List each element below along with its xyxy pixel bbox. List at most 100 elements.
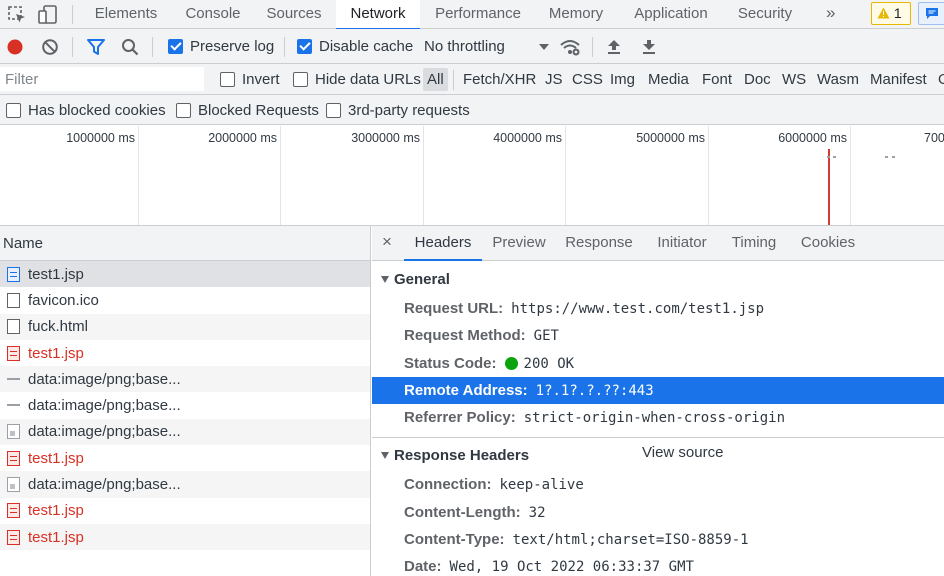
record-icon[interactable]	[6, 38, 24, 56]
remote-address-row[interactable]: Remote Address: 1?.1?.?.??:443	[372, 377, 944, 404]
remote-address-value: 1?.1?.?.??:443	[535, 382, 654, 399]
request-row[interactable]: test1.jsp	[0, 340, 370, 366]
more-tabs-chevron[interactable]: »	[826, 0, 835, 29]
overview-gridline	[280, 126, 281, 225]
messages-badge[interactable]	[918, 2, 944, 25]
export-har-icon[interactable]	[640, 37, 658, 55]
details-tab-bar: × Headers Preview Response Initiator Tim…	[372, 226, 944, 261]
type-filter-all[interactable]: All	[423, 68, 448, 91]
type-filter-js[interactable]: JS	[541, 68, 567, 91]
type-filter-other[interactable]: O	[934, 68, 944, 91]
general-section-title: General	[394, 270, 450, 288]
load-event-line	[828, 149, 830, 225]
request-row[interactable]: test1.jsp	[0, 445, 370, 471]
connection-value: keep-alive	[499, 476, 584, 493]
request-name: favicon.ico	[28, 291, 99, 309]
warnings-count: 1	[893, 5, 902, 21]
warnings-badge[interactable]: 1	[871, 2, 911, 25]
inspect-element-icon[interactable]	[6, 4, 28, 26]
status-code-row: Status Code: 200 OK	[372, 350, 944, 377]
content-length-key: Content-Length:	[404, 504, 521, 521]
toolbar-divider	[592, 37, 593, 57]
request-row[interactable]: test1.jsp	[0, 261, 370, 288]
tab-performance[interactable]: Performance	[428, 0, 528, 29]
image-icon	[7, 372, 20, 387]
device-toolbar-icon[interactable]	[37, 4, 59, 26]
request-row[interactable]: fuck.html	[0, 313, 370, 340]
invert-label: Invert	[242, 71, 280, 88]
type-filter-media[interactable]: Media	[644, 68, 693, 91]
close-details-icon[interactable]: ×	[382, 226, 392, 259]
tab-memory[interactable]: Memory	[540, 0, 612, 29]
toolbar-divider	[152, 37, 153, 57]
overview-gridline	[138, 126, 139, 225]
request-row[interactable]: data:image/png;base...	[0, 366, 370, 393]
type-filter-ws[interactable]: WS	[778, 68, 810, 91]
tab-console[interactable]: Console	[176, 0, 250, 29]
disable-cache-checkbox[interactable]: Disable cache	[297, 29, 413, 64]
blocked-requests-label: Blocked Requests	[198, 101, 319, 119]
request-row[interactable]: data:image/png;base...	[0, 471, 370, 498]
filter-icon[interactable]	[86, 38, 106, 56]
tab-elements[interactable]: Elements	[84, 0, 168, 29]
checkbox-unchecked-icon	[293, 72, 308, 87]
tab-timing[interactable]: Timing	[726, 226, 782, 260]
third-party-label: 3rd-party requests	[348, 101, 470, 119]
request-row[interactable]: data:image/png;base...	[0, 392, 370, 418]
type-filter-fetch-xhr[interactable]: Fetch/XHR	[459, 68, 540, 91]
request-url-key: Request URL:	[404, 300, 504, 317]
type-filter-css[interactable]: CSS	[568, 68, 607, 91]
triangle-down-icon	[381, 275, 389, 283]
section-divider	[372, 437, 944, 438]
filter-input[interactable]	[0, 67, 204, 91]
search-icon[interactable]	[121, 38, 139, 56]
document-icon	[7, 503, 20, 519]
tab-response[interactable]: Response	[562, 226, 636, 260]
request-row[interactable]: test1.jsp	[0, 523, 370, 551]
type-filter-wasm[interactable]: Wasm	[813, 68, 863, 91]
image-icon	[7, 477, 20, 493]
tab-initiator[interactable]: Initiator	[650, 226, 714, 260]
type-filter-manifest[interactable]: Manifest	[866, 68, 931, 91]
tab-application[interactable]: Application	[624, 0, 718, 29]
hide-data-urls-label: Hide data URLs	[315, 71, 421, 88]
tab-cookies[interactable]: Cookies	[796, 226, 860, 260]
response-headers-section-toggle[interactable]: Response Headers	[372, 441, 529, 469]
overview-tick-label: 4000000 ms	[493, 131, 562, 145]
tab-preview[interactable]: Preview	[488, 226, 550, 260]
request-method-key: Request Method:	[404, 327, 526, 344]
tab-headers[interactable]: Headers	[404, 226, 482, 261]
checkbox-unchecked-icon	[220, 72, 235, 87]
checkbox-unchecked-icon	[6, 102, 21, 118]
tab-security[interactable]: Security	[730, 0, 800, 29]
name-column-header[interactable]: Name	[0, 226, 370, 261]
third-party-checkbox[interactable]: 3rd-party requests	[326, 95, 470, 125]
filter-divider	[453, 70, 454, 90]
preserve-log-checkbox[interactable]: Preserve log	[168, 29, 274, 64]
devtools-tab-bar: Elements Console Sources Network Perform…	[0, 0, 944, 30]
network-conditions-icon[interactable]	[559, 37, 581, 57]
general-section-toggle[interactable]: General	[372, 265, 450, 293]
blocked-requests-checkbox[interactable]: Blocked Requests	[176, 95, 319, 125]
type-filter-font[interactable]: Font	[698, 68, 736, 91]
network-overview[interactable]: 1000000 ms 2000000 ms 3000000 ms 4000000…	[0, 126, 944, 226]
throttling-select[interactable]: No throttling	[424, 29, 549, 64]
hide-data-urls-checkbox[interactable]: Hide data URLs	[293, 64, 421, 95]
request-row[interactable]: test1.jsp	[0, 498, 370, 524]
triangle-down-icon	[381, 451, 389, 459]
import-har-icon[interactable]	[605, 37, 623, 55]
referrer-policy-row: Referrer Policy: strict-origin-when-cros…	[372, 404, 944, 431]
request-row[interactable]: favicon.ico	[0, 287, 370, 313]
invert-checkbox[interactable]: Invert	[220, 64, 280, 95]
throttling-value: No throttling	[424, 38, 505, 55]
type-filter-doc[interactable]: Doc	[740, 68, 775, 91]
view-source-link[interactable]: View source	[642, 444, 723, 461]
tab-sources[interactable]: Sources	[258, 0, 330, 29]
overview-request-mark	[833, 156, 836, 158]
has-blocked-cookies-checkbox[interactable]: Has blocked cookies	[6, 95, 166, 125]
tab-network[interactable]: Network	[336, 0, 420, 30]
request-name: test1.jsp	[28, 528, 84, 546]
clear-icon[interactable]	[41, 38, 59, 56]
type-filter-img[interactable]: Img	[606, 68, 639, 91]
request-row[interactable]: data:image/png;base...	[0, 418, 370, 446]
